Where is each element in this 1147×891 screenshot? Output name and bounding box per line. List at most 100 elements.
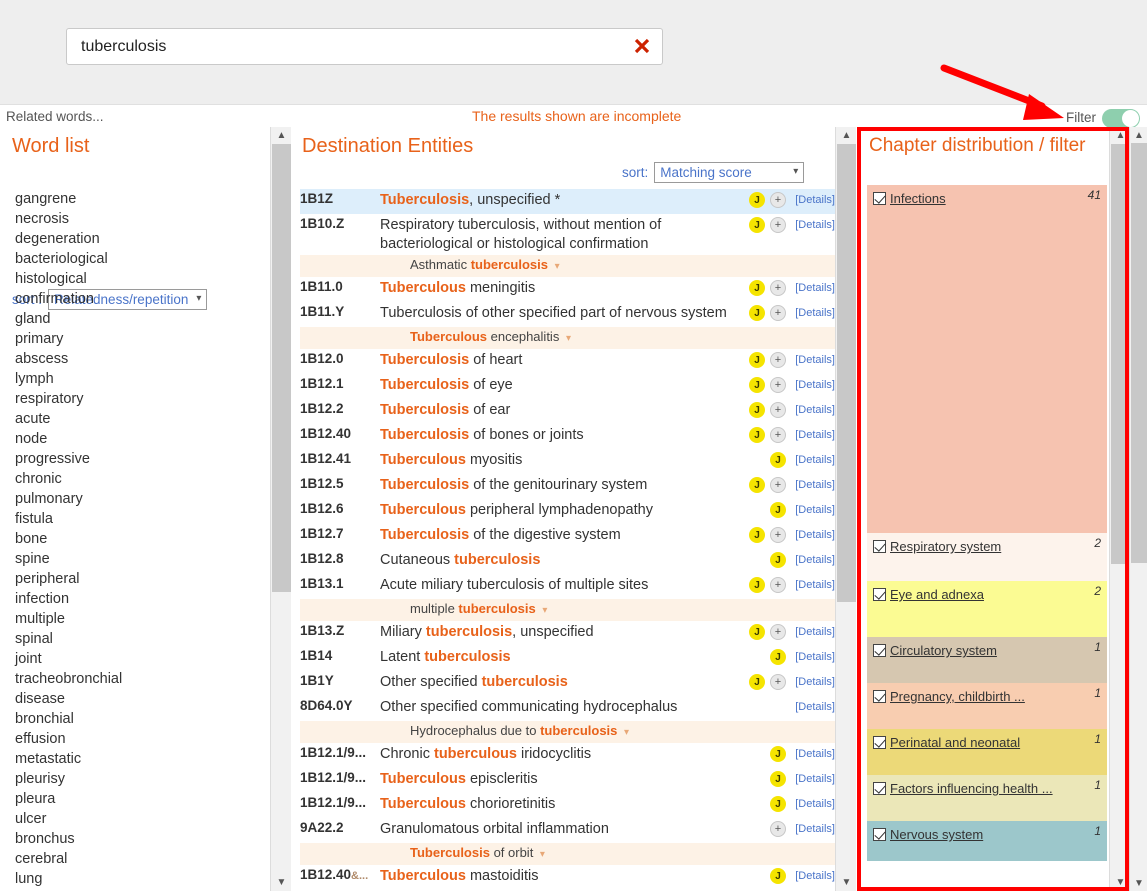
- details-link[interactable]: [Details]: [791, 773, 835, 785]
- entity-label[interactable]: Tuberculosis of eye: [380, 376, 740, 395]
- entity-label[interactable]: Tuberculous episcleritis: [380, 770, 740, 789]
- journal-badge-icon[interactable]: J: [749, 305, 765, 321]
- chapter-bar[interactable]: Respiratory system2: [867, 533, 1107, 581]
- details-link[interactable]: [Details]: [791, 379, 835, 391]
- chapter-bar[interactable]: Nervous system1: [867, 821, 1107, 861]
- word-list-item[interactable]: infection: [0, 589, 268, 609]
- entity-label[interactable]: Tuberculosis of ear: [380, 401, 740, 420]
- entities-sort-select[interactable]: Matching score ▾: [654, 162, 804, 183]
- entity-synonym-row[interactable]: Asthmatic tuberculosis ▾: [300, 255, 835, 277]
- scroll-down-icon[interactable]: ▼: [1110, 874, 1131, 891]
- word-list-item[interactable]: bronchial: [0, 709, 268, 729]
- add-plus-icon[interactable]: +: [770, 527, 786, 543]
- add-plus-icon[interactable]: +: [770, 624, 786, 640]
- scrollbar-thumb[interactable]: [1131, 143, 1147, 563]
- word-list-item[interactable]: cerebral: [0, 849, 268, 869]
- add-plus-icon[interactable]: +: [770, 477, 786, 493]
- word-list-item[interactable]: histological: [0, 269, 268, 289]
- word-list-item[interactable]: multiple: [0, 609, 268, 629]
- caret-down-icon[interactable]: ▾: [540, 849, 545, 860]
- entity-label[interactable]: Tuberculous chorioretinitis: [380, 795, 740, 814]
- chapter-filter-scrollbar[interactable]: ▲ ▼: [1109, 127, 1130, 891]
- add-plus-icon[interactable]: +: [770, 280, 786, 296]
- word-list-item[interactable]: peripheral: [0, 569, 268, 589]
- details-link[interactable]: [Details]: [791, 354, 835, 366]
- add-plus-icon[interactable]: +: [770, 427, 786, 443]
- journal-badge-icon[interactable]: J: [749, 352, 765, 368]
- details-link[interactable]: [Details]: [791, 194, 835, 206]
- entity-label[interactable]: Other specified communicating hydrocepha…: [380, 698, 740, 717]
- word-list-item[interactable]: bacteriological: [0, 249, 268, 269]
- chapter-name-link[interactable]: Infections: [890, 191, 946, 206]
- chapter-name-link[interactable]: Eye and adnexa: [890, 587, 984, 602]
- details-link[interactable]: [Details]: [791, 651, 835, 663]
- entity-label[interactable]: Tuberculous peripheral lymphadenopathy: [380, 501, 740, 520]
- entity-row[interactable]: 1B13.ZMiliary tuberculosis, unspecifiedJ…: [300, 621, 835, 646]
- entity-row[interactable]: 8D64.0YOther specified communicating hyd…: [300, 696, 835, 721]
- entity-label[interactable]: Respiratory tuberculosis, without mentio…: [380, 216, 740, 254]
- entity-synonym-row[interactable]: Hydrocephalus due to tuberculosis ▾: [300, 721, 835, 743]
- entity-synonym-row[interactable]: Tuberculous encephalitis ▾: [300, 327, 835, 349]
- chapter-bar[interactable]: Factors influencing health ...1: [867, 775, 1107, 821]
- chapter-bar[interactable]: Pregnancy, childbirth ...1: [867, 683, 1107, 729]
- journal-badge-icon[interactable]: J: [749, 527, 765, 543]
- entity-label[interactable]: Tuberculous mastoiditis: [380, 867, 740, 886]
- details-link[interactable]: [Details]: [791, 701, 835, 713]
- journal-badge-icon[interactable]: J: [770, 771, 786, 787]
- word-list-item[interactable]: respiratory: [0, 389, 268, 409]
- entity-row[interactable]: 1B10.ZRespiratory tuberculosis, without …: [300, 214, 835, 255]
- entity-label[interactable]: Other specified tuberculosis: [380, 673, 740, 692]
- scrollbar-thumb[interactable]: [837, 144, 856, 602]
- journal-badge-icon[interactable]: J: [749, 402, 765, 418]
- add-plus-icon[interactable]: +: [770, 305, 786, 321]
- entity-row[interactable]: 1B11.YTuberculosis of other specified pa…: [300, 302, 835, 327]
- chapter-name-link[interactable]: Pregnancy, childbirth ...: [890, 689, 1025, 704]
- entity-label[interactable]: Tuberculosis of heart: [380, 351, 740, 370]
- entity-label[interactable]: Tuberculous myositis: [380, 451, 740, 470]
- word-list-item[interactable]: lymph: [0, 369, 268, 389]
- journal-badge-icon[interactable]: J: [749, 217, 765, 233]
- chapter-checkbox[interactable]: [873, 540, 886, 553]
- search-input[interactable]: [79, 29, 639, 64]
- word-list-item[interactable]: tracheobronchial: [0, 669, 268, 689]
- details-link[interactable]: [Details]: [791, 282, 835, 294]
- details-link[interactable]: [Details]: [791, 404, 835, 416]
- details-link[interactable]: [Details]: [791, 676, 835, 688]
- word-list-item[interactable]: necrosis: [0, 209, 268, 229]
- word-list-item[interactable]: ulcer: [0, 809, 268, 829]
- entity-row[interactable]: 1B12.5Tuberculosis of the genitourinary …: [300, 474, 835, 499]
- entity-label[interactable]: Miliary tuberculosis, unspecified: [380, 623, 740, 642]
- add-plus-icon[interactable]: +: [770, 192, 786, 208]
- filter-toggle[interactable]: [1102, 109, 1140, 128]
- add-plus-icon[interactable]: +: [770, 821, 786, 837]
- chapter-name-link[interactable]: Respiratory system: [890, 539, 1001, 554]
- journal-badge-icon[interactable]: J: [749, 192, 765, 208]
- word-list-item[interactable]: fistula: [0, 509, 268, 529]
- details-link[interactable]: [Details]: [791, 429, 835, 441]
- journal-badge-icon[interactable]: J: [770, 502, 786, 518]
- entity-row[interactable]: 1B1ZTuberculosis, unspecified *J+[Detail…: [300, 189, 835, 214]
- word-list-item[interactable]: degeneration: [0, 229, 268, 249]
- word-list-item[interactable]: spine: [0, 549, 268, 569]
- caret-down-icon[interactable]: ▾: [542, 605, 547, 616]
- scroll-up-icon[interactable]: ▲: [1130, 127, 1147, 143]
- chapter-bar[interactable]: Perinatal and neonatal1: [867, 729, 1107, 775]
- scroll-up-icon[interactable]: ▲: [271, 127, 292, 144]
- entity-row[interactable]: 9A22.2Granulomatous orbital inflammation…: [300, 818, 835, 843]
- word-list-item[interactable]: gangrene: [0, 189, 268, 209]
- journal-badge-icon[interactable]: J: [749, 674, 765, 690]
- word-list-item[interactable]: bronchus: [0, 829, 268, 849]
- entity-row[interactable]: 1B12.40Tuberculosis of bones or jointsJ+…: [300, 424, 835, 449]
- entity-label[interactable]: Latent tuberculosis: [380, 648, 740, 667]
- chapter-checkbox[interactable]: [873, 736, 886, 749]
- entity-row[interactable]: 1B12.8Cutaneous tuberculosisJ[Details]: [300, 549, 835, 574]
- word-list-item[interactable]: progressive: [0, 449, 268, 469]
- scrollbar-thumb[interactable]: [272, 144, 291, 592]
- scrollbar-thumb[interactable]: [1111, 144, 1130, 564]
- entity-row[interactable]: 1B14Latent tuberculosisJ[Details]: [300, 646, 835, 671]
- entity-row[interactable]: 1B13.1Acute miliary tuberculosis of mult…: [300, 574, 835, 599]
- entity-label[interactable]: Tuberculosis of the genitourinary system: [380, 476, 740, 495]
- journal-badge-icon[interactable]: J: [749, 377, 765, 393]
- entity-label[interactable]: Cutaneous tuberculosis: [380, 551, 740, 570]
- entity-label[interactable]: Chronic tuberculous iridocyclitis: [380, 745, 740, 764]
